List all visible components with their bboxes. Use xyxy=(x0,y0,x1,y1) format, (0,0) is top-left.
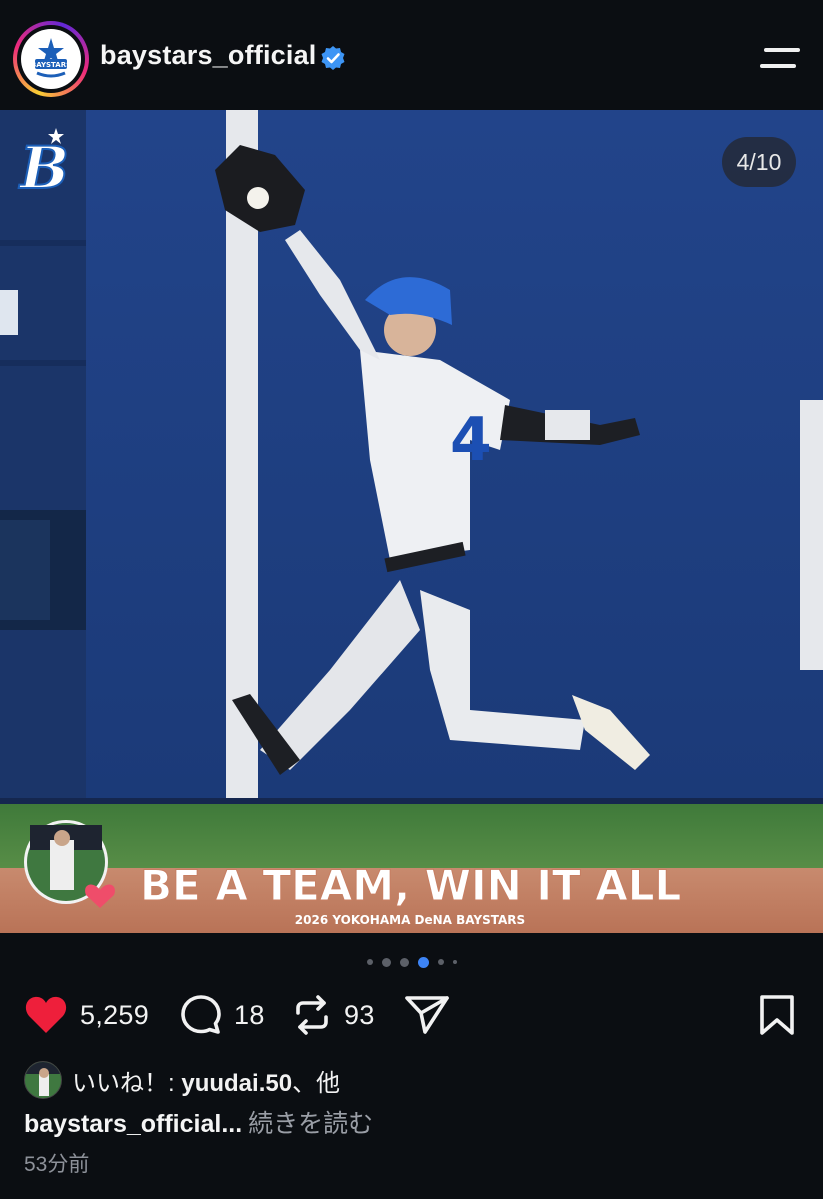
carousel-dot[interactable] xyxy=(399,957,409,967)
svg-text:B: B xyxy=(18,134,69,202)
carousel-dot[interactable] xyxy=(366,959,373,965)
post-header: BAYSTARS baystars_official xyxy=(0,0,823,110)
heart-filled-icon xyxy=(25,996,67,1033)
outfield-catch-photo: B 4 BE A TEAM, WIN IT ALL 2026 YOKOHAMA … xyxy=(0,110,823,933)
save-button[interactable] xyxy=(758,985,796,1045)
likes-prefix: いいね！: xyxy=(72,1069,182,1097)
baystars-logo-icon: BAYSTARS xyxy=(22,30,80,88)
like-button[interactable]: 5,259 xyxy=(24,985,149,1045)
repost-count[interactable]: 93 xyxy=(344,1000,375,1031)
verified-badge-icon xyxy=(321,46,345,70)
comment-icon xyxy=(181,995,221,1034)
share-button[interactable] xyxy=(404,985,450,1045)
like-count[interactable]: 5,259 xyxy=(80,1000,149,1031)
carousel-dot[interactable] xyxy=(381,957,391,967)
read-more-link[interactable]: 続きを読む xyxy=(248,1110,373,1138)
liker-avatar xyxy=(24,1061,62,1099)
carousel-dots xyxy=(0,955,823,969)
repost-icon xyxy=(296,995,328,1035)
comment-button[interactable]: 18 xyxy=(180,985,265,1045)
team-b-logo: B xyxy=(17,128,70,203)
svg-text:BAYSTARS: BAYSTARS xyxy=(31,61,71,69)
post-timestamp: 53分前 xyxy=(24,1153,90,1176)
bookmark-icon xyxy=(760,995,794,1035)
caption-username[interactable]: baystars_official... xyxy=(24,1110,242,1138)
jersey-number: 4 xyxy=(450,405,492,475)
banner-subtitle: 2026 YOKOHAMA DeNA BAYSTARS xyxy=(295,913,525,927)
banner-title: BE A TEAM, WIN IT ALL xyxy=(140,861,681,910)
profile-avatar[interactable]: BAYSTARS xyxy=(13,21,89,97)
username[interactable]: baystars_official xyxy=(100,40,317,71)
likes-summary[interactable]: いいね！: yuudai.50、他 xyxy=(24,1059,340,1101)
carousel-dot[interactable] xyxy=(437,959,444,965)
hamburger-menu-icon[interactable] xyxy=(758,44,802,74)
liker-username[interactable]: yuudai.50 xyxy=(181,1070,292,1097)
action-bar: 5,259 18 93 xyxy=(0,985,823,1045)
carousel-dot-active[interactable] xyxy=(417,956,429,968)
baystars-logo: BAYSTARS xyxy=(21,29,81,89)
caption: baystars_official... 続きを読む xyxy=(24,1104,373,1140)
comment-count[interactable]: 18 xyxy=(234,1000,265,1031)
send-icon xyxy=(405,996,449,1034)
post-image[interactable]: B 4 BE A TEAM, WIN IT ALL 2026 YOKOHAMA … xyxy=(0,110,823,933)
repost-button[interactable]: 93 xyxy=(292,985,375,1045)
carousel-counter: 4/10 xyxy=(722,137,796,187)
liker-avatar-image xyxy=(25,1062,61,1098)
likes-suffix[interactable]: 、他 xyxy=(292,1070,340,1097)
carousel-dot[interactable] xyxy=(452,960,457,964)
